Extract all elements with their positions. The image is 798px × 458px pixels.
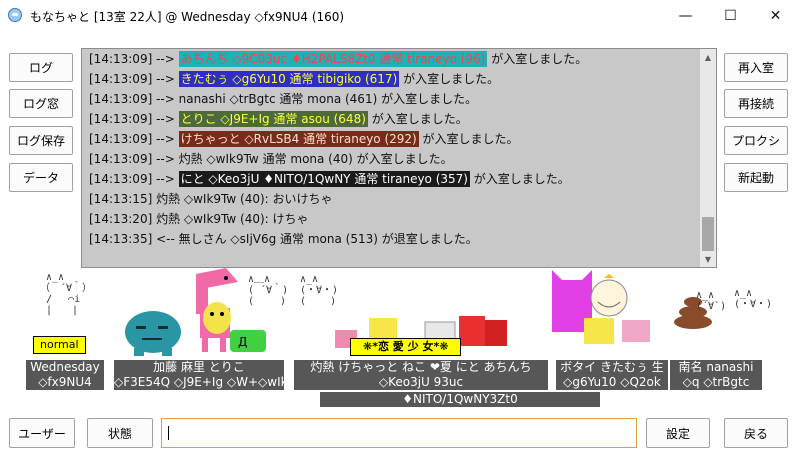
ascii-avatar-icon: ∧_∧ （ ´∀｀） / ⌒i | | [40, 272, 93, 316]
minimize-button[interactable]: — [663, 0, 708, 31]
log-line: [14:13:09] --> 灼熱 ◇wIk9Tw 通常 mona (40) が… [89, 149, 453, 169]
log-window-button[interactable]: ログ窓 [9, 89, 73, 118]
settings-button[interactable]: 設定 [646, 418, 710, 448]
scroll-up-icon[interactable]: ▲ [700, 49, 716, 65]
new-launch-button[interactable]: 新起動 [724, 163, 788, 192]
name-plate-trip: ◇q ◇trBgtc [682, 375, 750, 389]
log-text: 無しさん ◇sIjV6g 通常 mona (513) が退室しました。 [178, 232, 478, 246]
log-scrollbar[interactable]: ▲ ▼ [700, 49, 716, 267]
log-user: けちゃっと ◇RvLSB4 通常 tiraneyo (292) [178, 131, 419, 147]
log-line: [14:13:09] --> とりこ ◇J9E+Ig 通常 asou (648)… [89, 109, 468, 129]
reconnect-button[interactable]: 再接続 [724, 89, 788, 118]
status-badge: normal [33, 336, 86, 354]
log-line: [14:13:09] --> きたむぅ ◇g6Yu10 通常 tibigiko … [89, 69, 499, 89]
window-title: もなちゃと [13室 22人] @ Wednesday ◇fx9NU4 (160… [30, 10, 345, 24]
log-user: とりこ ◇J9E+Ig 通常 asou (648) [178, 111, 368, 127]
text-caret [168, 425, 169, 440]
green-character-icon: Д [230, 330, 266, 352]
name-plate: 灼熱 けちゃっと ねこ ❤夏 にと あちんち ◇Keo3jU 93uc [294, 360, 548, 390]
room-area[interactable]: ∧_∧ （ ´∀｀） / ⌒i | | normal Д ∧＿∧ ( ´∀｀) … [0, 268, 798, 410]
user-button[interactable]: ユーザー [9, 418, 75, 448]
name-plate-trip: ◇F3E54Q ◇J9E+Ig ◇W+◇wIk9Tw [114, 375, 284, 389]
log-line: [14:13:20] 灼熱 ◇wIk9Tw (40): けちゃ [89, 209, 309, 229]
log-time: [14:13:09] --> [89, 152, 179, 166]
name-plate-name: 南名 nanashi [678, 360, 754, 374]
teal-blob-icon [125, 311, 181, 356]
name-plate-trip: ♦NITO/1QwNY3Zt0 [402, 392, 518, 406]
log-text: 灼熱 ◇wIk9Tw (40): けちゃ [156, 212, 309, 226]
log-time: [14:13:15] [89, 192, 157, 206]
log-time: [14:13:20] [89, 212, 157, 226]
log-text: 灼熱 ◇wIk9Tw 通常 mona (40) が入室しました。 [178, 152, 453, 166]
log-text: が入室しました。 [399, 72, 500, 86]
log-text: が入室しました。 [367, 112, 468, 126]
proxy-button[interactable]: プロクシ [724, 126, 788, 155]
log-line: [14:13:09] --> にと ◇Keo3jU ♦NITO/1QwNY 通常… [89, 169, 570, 189]
scroll-thumb[interactable] [702, 217, 714, 251]
back-button[interactable]: 戻る [724, 418, 788, 448]
name-plate: 南名 nanashi ◇q ◇trBgtc [670, 360, 762, 390]
svg-text:Д: Д [238, 335, 247, 349]
log-text: が入室しました。 [469, 172, 570, 186]
log-text: nanashi ◇trBgtc 通常 mona (461) が入室しました。 [178, 92, 478, 106]
log-line: [14:13:35] <-- 無しさん ◇sIjV6g 通常 mona (513… [89, 229, 478, 249]
white-cat-icon: ∧_∧ (・∀・) [734, 288, 773, 310]
name-plate-name: 加藤 麻里 とりこ [153, 360, 245, 374]
log-time: [14:13:09] --> [89, 132, 179, 146]
name-plate-name: ボタイ きたむぅ 生 [560, 360, 664, 374]
chat-input[interactable] [161, 418, 637, 448]
status-button[interactable]: 状態 [87, 418, 153, 448]
name-plate-name: 灼熱 けちゃっと ねこ ❤夏 にと あちんち [310, 360, 532, 374]
white-cat-icon: ∧_∧ (・∀・) ( ) [300, 274, 339, 307]
log-time: [14:13:09] --> [89, 52, 179, 66]
log-line: [14:13:09] --> けちゃっと ◇RvLSB4 通常 tiraneyo… [89, 129, 519, 149]
log-time: [14:13:09] --> [89, 172, 179, 186]
log-time: [14:13:09] --> [89, 112, 179, 126]
log-user: にと ◇Keo3jU ♦NITO/1QwNY 通常 tiraneyo (357) [178, 171, 470, 187]
maximize-button[interactable]: ☐ [708, 0, 753, 31]
log-time: [14:13:09] --> [89, 72, 179, 86]
log-button[interactable]: ログ [9, 53, 73, 82]
log-line: [14:13:15] 灼熱 ◇wIk9Tw (40): おいけちゃ [89, 189, 333, 209]
log-line: [14:13:09] --> あちんち ◇9C03uc ♦H2PALS8Zt0 … [89, 49, 587, 69]
log-text: 灼熱 ◇wIk9Tw (40): おいけちゃ [156, 192, 333, 206]
name-plate-name: Wednesday [30, 360, 100, 374]
data-button[interactable]: データ [9, 163, 73, 192]
log-save-button[interactable]: ログ保存 [9, 126, 73, 155]
name-plate: ボタイ きたむぅ 生 ◇g6Yu10 ◇Q2ok [556, 360, 668, 390]
log-text: が入室しました。 [418, 132, 519, 146]
white-cat-icon: ∧＿∧ ( ´∀｀) ( ) [248, 274, 289, 307]
log-user: きたむぅ ◇g6Yu10 通常 tibigiko (617) [178, 71, 400, 87]
name-plate-trip: ◇fx9NU4 [38, 375, 92, 389]
app-icon [8, 8, 22, 22]
name-plate-trip: ◇g6Yu10 ◇Q2ok [563, 375, 661, 389]
name-plate: Wednesday ◇fx9NU4 [26, 360, 104, 390]
yellow-cat-icon [584, 318, 650, 344]
white-cat-icon: ∧_∧ (´∀`) [696, 290, 727, 312]
name-plate: ♦NITO/1QwNY3Zt0 [320, 392, 600, 407]
log-time: [14:13:35] <-- [89, 232, 179, 246]
chat-log[interactable]: [14:13:09] --> あちんち ◇9C03uc ♦H2PALS8Zt0 … [81, 48, 717, 268]
log-user: あちんち ◇9C03uc ♦H2PALS8Zt0 通常 tiraneyo (96… [178, 51, 488, 67]
log-text: が入室しました。 [487, 52, 588, 66]
title-bar: もなちゃと [13室 22人] @ Wednesday ◇fx9NU4 (160… [0, 0, 798, 31]
log-line: [14:13:09] --> nanashi ◇trBgtc 通常 mona (… [89, 89, 477, 109]
name-plate: 加藤 麻里 とりこ ◇F3E54Q ◇J9E+Ig ◇W+◇wIk9Tw [114, 360, 284, 390]
log-time: [14:13:09] --> [89, 92, 179, 106]
close-button[interactable]: ✕ [753, 0, 798, 31]
reenter-room-button[interactable]: 再入室 [724, 53, 788, 82]
room-banner: ❋*恋 愛 少 女*❋ [350, 338, 462, 356]
scroll-down-icon[interactable]: ▼ [700, 251, 716, 267]
name-plate-trip: ◇Keo3jU 93uc [378, 375, 464, 389]
